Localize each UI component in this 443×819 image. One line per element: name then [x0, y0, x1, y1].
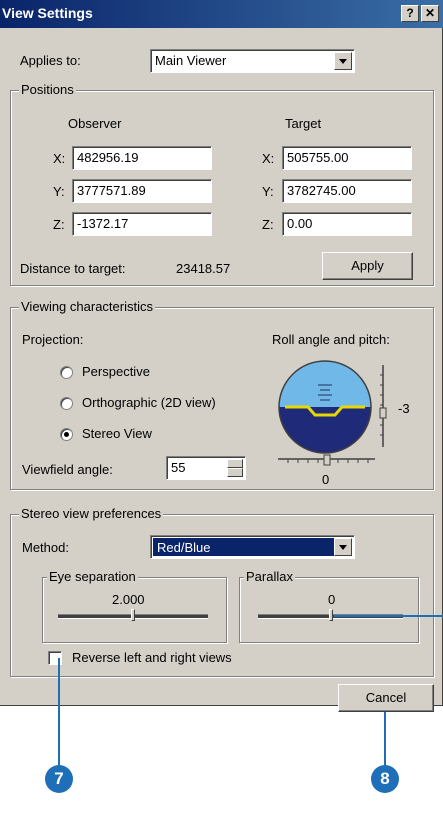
callout-7-badge: 7: [45, 765, 73, 793]
chevron-down-icon[interactable]: [334, 538, 352, 556]
cancel-button[interactable]: Cancel: [338, 684, 434, 712]
target-header: Target: [285, 116, 322, 131]
viewfield-label: Viewfield angle:: [22, 462, 113, 477]
roll-value: 0: [322, 472, 330, 487]
chevron-down-icon[interactable]: [334, 52, 352, 70]
window-title: View Settings: [2, 5, 93, 21]
orthographic-label[interactable]: Orthographic (2D view): [82, 395, 216, 410]
applies-to-select[interactable]: Main Viewer: [150, 49, 355, 73]
observer-y-label: Y:: [53, 184, 65, 199]
method-value: Red/Blue: [157, 540, 211, 555]
parallax-thumb[interactable]: [329, 609, 333, 621]
stereo-view-label[interactable]: Stereo View: [82, 426, 152, 441]
help-button[interactable]: ?: [401, 5, 419, 22]
applies-to-value: Main Viewer: [155, 53, 227, 68]
observer-x-field[interactable]: 482956.19: [72, 146, 212, 170]
method-select[interactable]: Red/Blue: [150, 535, 355, 559]
applies-to-label: Applies to:: [20, 53, 81, 68]
observer-header: Observer: [68, 116, 122, 131]
target-y-label: Y:: [262, 184, 274, 199]
callout-8-leader: [384, 712, 386, 769]
view-settings-dialog: View Settings ? ✕ Applies to: Main Viewe…: [0, 0, 443, 712]
parallax-leader: [334, 615, 443, 617]
observer-z-field[interactable]: -1372.17: [72, 212, 212, 236]
stereo-view-radio[interactable]: [60, 428, 73, 441]
close-button[interactable]: ✕: [421, 5, 439, 22]
eye-separation-legend: Eye separation: [47, 569, 138, 584]
viewfield-value: 55: [171, 460, 186, 475]
target-z-label: Z:: [262, 217, 274, 232]
callout-7-leader: [58, 658, 60, 771]
apply-button[interactable]: Apply: [322, 252, 413, 280]
pitch-value: -3: [398, 401, 410, 416]
viewfield-spinner[interactable]: 55: [166, 456, 246, 480]
callout-8-badge: 8: [371, 765, 399, 793]
distance-value: 23418.57: [176, 261, 231, 276]
roll-pitch-label: Roll angle and pitch:: [272, 332, 390, 347]
target-x-label: X:: [262, 151, 275, 166]
parallax-value: 0: [328, 592, 336, 607]
roll-pitch-indicator[interactable]: [270, 355, 410, 470]
observer-y-field[interactable]: 3777571.89: [72, 179, 212, 203]
target-x-field[interactable]: 505755.00: [282, 146, 412, 170]
method-label: Method:: [22, 540, 69, 555]
stereo-legend: Stereo view preferences: [19, 506, 164, 521]
target-z-field[interactable]: 0.00: [282, 212, 412, 236]
eye-separation-value: 2.000: [112, 592, 145, 607]
spin-up-icon[interactable]: [227, 459, 243, 468]
reverse-views-label[interactable]: Reverse left and right views: [72, 650, 232, 665]
spin-down-icon[interactable]: [227, 468, 243, 477]
perspective-radio[interactable]: [60, 366, 73, 379]
orthographic-radio[interactable]: [60, 397, 73, 410]
viewing-legend: Viewing characteristics: [19, 299, 155, 314]
distance-label: Distance to target:: [20, 261, 126, 276]
perspective-label[interactable]: Perspective: [82, 364, 150, 379]
eye-separation-thumb[interactable]: [131, 609, 135, 621]
target-y-field[interactable]: 3782745.00: [282, 179, 412, 203]
observer-z-label: Z:: [53, 217, 65, 232]
observer-x-label: X:: [53, 151, 66, 166]
projection-label: Projection:: [22, 332, 84, 347]
title-bar[interactable]: View Settings ? ✕: [0, 0, 443, 28]
positions-legend: Positions: [19, 82, 76, 97]
parallax-legend: Parallax: [244, 569, 295, 584]
